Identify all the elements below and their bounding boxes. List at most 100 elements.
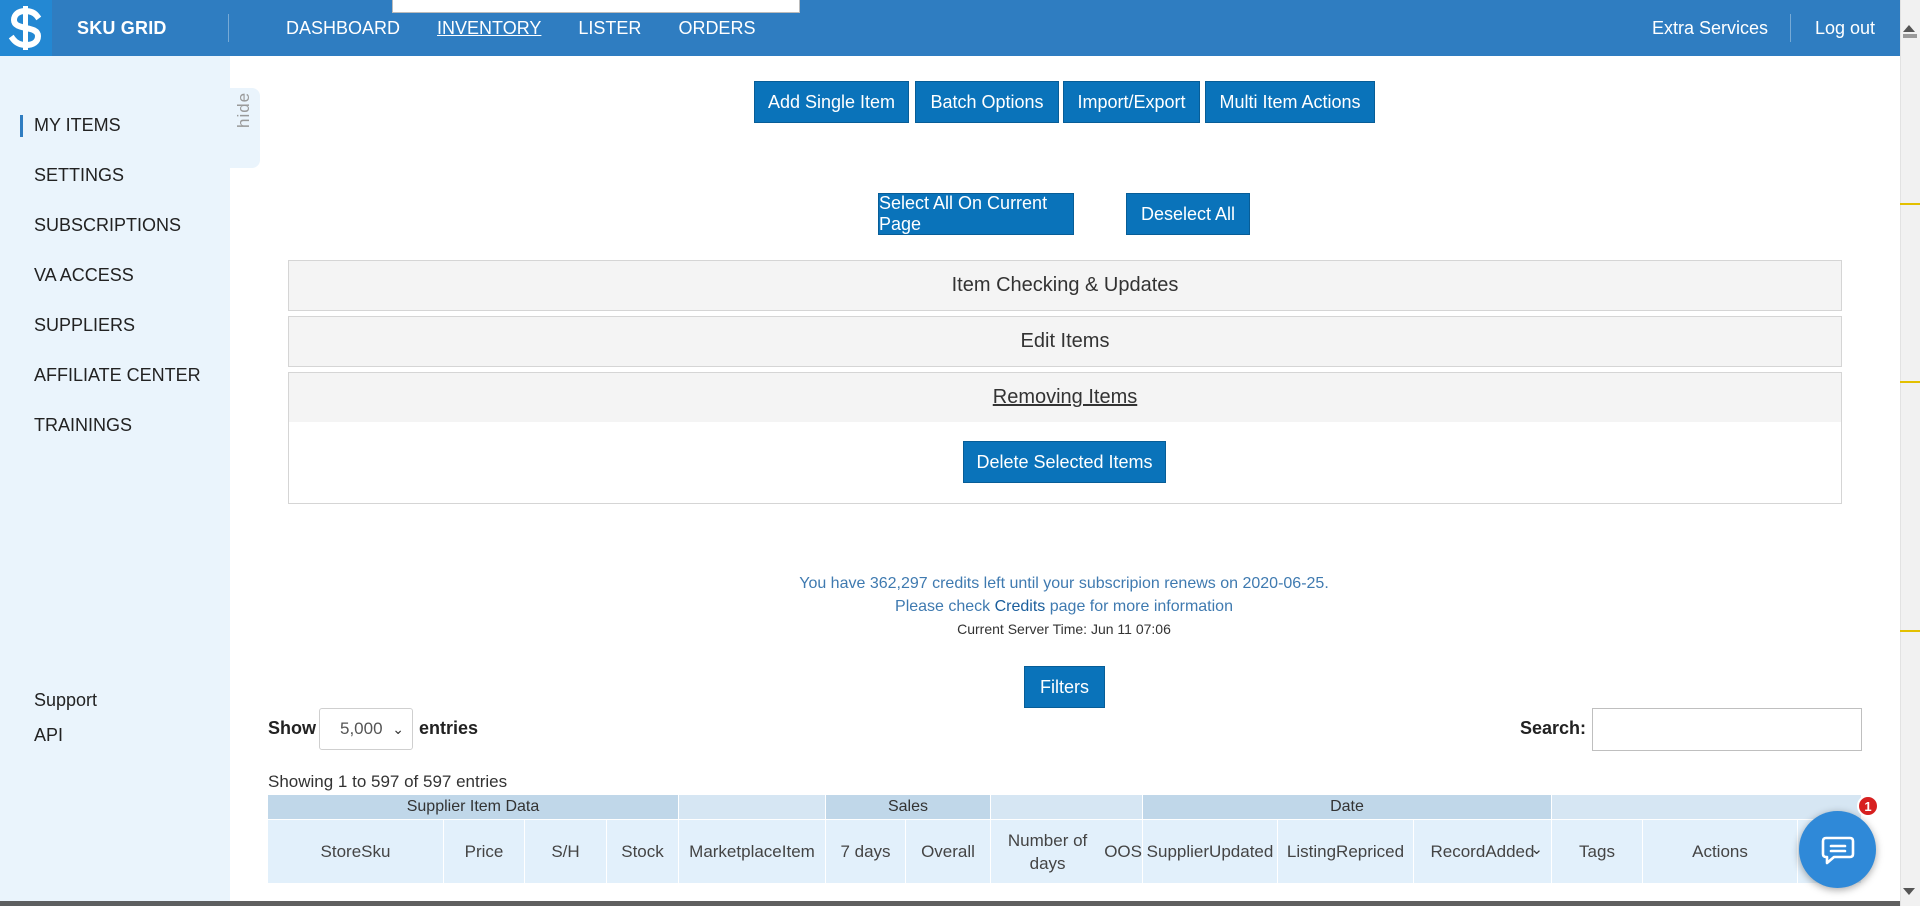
extra-services-link[interactable]: Extra Services bbox=[1652, 18, 1768, 39]
nav-divider bbox=[1790, 14, 1791, 42]
accordion-removing-items[interactable]: Removing Items bbox=[288, 372, 1842, 423]
column-header-line: Stock bbox=[621, 842, 664, 861]
add-single-item-button[interactable]: Add Single Item bbox=[754, 81, 909, 123]
dollar-logo-icon bbox=[8, 6, 42, 50]
scroll-thumb[interactable] bbox=[1903, 34, 1917, 38]
column-header-7-days[interactable]: 7 days bbox=[826, 820, 906, 883]
column-header-line: Marketplace bbox=[689, 842, 782, 861]
column-header-line: Added bbox=[1485, 842, 1535, 861]
scroll-up-arrow-icon[interactable] bbox=[1903, 25, 1915, 32]
entries-value: 5,000 bbox=[340, 719, 383, 738]
showing-entries-text: Showing 1 to 597 of 597 entries bbox=[268, 772, 508, 791]
sidebar-item-my-items[interactable]: MY ITEMS bbox=[34, 115, 121, 136]
deselect-all-button[interactable]: Deselect All bbox=[1126, 193, 1250, 235]
nav-orders[interactable]: ORDERS bbox=[678, 18, 755, 39]
sidebar-item-suppliers[interactable]: SUPPLIERS bbox=[34, 315, 135, 336]
group-header-blank bbox=[679, 795, 826, 819]
sidebar-item-affiliate-center[interactable]: AFFILIATE CENTER bbox=[34, 365, 201, 386]
logo[interactable] bbox=[0, 0, 52, 56]
column-header-line: Repriced bbox=[1336, 842, 1405, 861]
column-header-line: Price bbox=[464, 842, 504, 861]
sidebar-item-subscriptions[interactable]: SUBSCRIPTIONS bbox=[34, 215, 181, 236]
group-header-sales: Sales bbox=[826, 795, 991, 819]
hide-sidebar-tab[interactable]: hide bbox=[230, 88, 260, 168]
dropdown-popover bbox=[392, 0, 800, 13]
credits-check-prefix: Please check bbox=[895, 598, 995, 615]
chat-notification-badge: 1 bbox=[1857, 795, 1879, 817]
scroll-marker bbox=[1900, 203, 1920, 205]
page-scrollbar[interactable] bbox=[1900, 0, 1920, 906]
column-header-line: Store bbox=[320, 842, 362, 861]
group-header-date: Date bbox=[1143, 795, 1552, 819]
nav-lister[interactable]: LISTER bbox=[578, 18, 641, 39]
scroll-down-arrow-icon[interactable] bbox=[1903, 888, 1915, 895]
entries-label: entries bbox=[419, 718, 479, 738]
sidebar: MY ITEMS SETTINGS SUBSCRIPTIONS VA ACCES… bbox=[0, 56, 230, 906]
sidebar-item-settings[interactable]: SETTINGS bbox=[34, 165, 124, 186]
column-header-line: 7 days bbox=[840, 842, 891, 861]
sidebar-item-trainings[interactable]: TRAININGS bbox=[34, 415, 132, 436]
select-all-button[interactable]: Select All On Current Page bbox=[878, 193, 1074, 235]
delete-selected-items-button[interactable]: Delete Selected Items bbox=[963, 441, 1166, 483]
multi-item-actions-button[interactable]: Multi Item Actions bbox=[1205, 81, 1375, 123]
hide-tab-label: hide bbox=[234, 91, 253, 128]
group-header-supplier-item-data: Supplier Item Data bbox=[268, 795, 679, 819]
column-header-line: Record bbox=[1430, 842, 1486, 861]
group-header-blank bbox=[1552, 795, 1862, 819]
chat-bubble-icon bbox=[1821, 836, 1854, 864]
column-header-stock[interactable]: Stock bbox=[607, 820, 679, 883]
support-link[interactable]: Support bbox=[34, 690, 97, 711]
nav-dashboard[interactable]: DASHBOARD bbox=[286, 18, 400, 39]
column-header-tags[interactable]: Tags bbox=[1552, 820, 1643, 883]
api-link[interactable]: API bbox=[34, 725, 63, 746]
column-header-days-oos[interactable]: Number of days OOS bbox=[991, 820, 1143, 883]
logout-link[interactable]: Log out bbox=[1815, 18, 1875, 39]
group-header-blank bbox=[991, 795, 1143, 819]
server-time: Current Server Time: Jun 11 07:06 bbox=[957, 621, 1171, 637]
column-header-line: S/H bbox=[551, 842, 580, 861]
column-header-marketplace-item[interactable]: Marketplace Item bbox=[679, 820, 826, 883]
column-header-listing-repriced[interactable]: Listing Repriced bbox=[1278, 820, 1414, 883]
column-header-price[interactable]: Price bbox=[444, 820, 525, 883]
chat-widget-button[interactable] bbox=[1799, 811, 1876, 888]
sidebar-item-va-access[interactable]: VA ACCESS bbox=[34, 265, 134, 286]
search-input[interactable] bbox=[1592, 708, 1862, 751]
window-bottom-edge bbox=[0, 901, 1900, 906]
nav-inventory[interactable]: INVENTORY bbox=[437, 18, 541, 39]
batch-options-button[interactable]: Batch Options bbox=[915, 81, 1059, 123]
chevron-down-icon: ⌄ bbox=[392, 721, 404, 737]
filters-button[interactable]: Filters bbox=[1024, 666, 1105, 708]
main-nav: DASHBOARD INVENTORY LISTER ORDERS bbox=[286, 18, 755, 39]
column-header-line: Listing bbox=[1286, 842, 1337, 861]
import-export-button[interactable]: Import/Export bbox=[1063, 81, 1200, 123]
credits-check-line: Please check Credits page for more infor… bbox=[0, 598, 1920, 616]
scroll-marker bbox=[1900, 381, 1920, 383]
active-indicator bbox=[20, 115, 23, 137]
credits-page-link[interactable]: Credits bbox=[995, 598, 1046, 615]
column-header-line: Item bbox=[781, 842, 815, 861]
column-header-store-sku[interactable]: Store Sku bbox=[268, 820, 444, 883]
accordion-item-checking[interactable]: Item Checking & Updates bbox=[288, 260, 1842, 311]
column-header-sh[interactable]: S/H bbox=[525, 820, 607, 883]
column-header-line: Tags bbox=[1579, 842, 1615, 861]
column-header-line: Updated bbox=[1209, 842, 1274, 861]
sort-desc-icon[interactable]: ⌄ bbox=[1530, 838, 1543, 861]
accordion-edit-items[interactable]: Edit Items bbox=[288, 316, 1842, 367]
column-header-line: Sku bbox=[361, 842, 391, 861]
column-header-line: Number of days bbox=[1007, 830, 1088, 873]
brand-divider bbox=[228, 14, 229, 42]
column-header-overall[interactable]: Overall bbox=[906, 820, 991, 883]
column-header-actions[interactable]: Actions bbox=[1643, 820, 1798, 883]
top-navbar: SKU GRID DASHBOARD INVENTORY LISTER ORDE… bbox=[0, 0, 1900, 56]
entries-per-page-select[interactable]: 5,000 ⌄ bbox=[319, 708, 413, 750]
column-header-line: OOS bbox=[1104, 842, 1142, 861]
search-label: Search: bbox=[1520, 718, 1587, 738]
column-header-line: Actions bbox=[1692, 842, 1748, 861]
brand-name[interactable]: SKU GRID bbox=[77, 18, 167, 39]
column-header-line: Supplier bbox=[1146, 842, 1210, 861]
credits-info: You have 362,297 credits left until your… bbox=[799, 575, 1329, 592]
column-header-record-added[interactable]: Record Added ⌄ bbox=[1414, 820, 1552, 883]
column-header-line: Overall bbox=[921, 842, 975, 861]
column-header-supplier-updated[interactable]: Supplier Updated bbox=[1143, 820, 1278, 883]
credits-check-suffix: page for more information bbox=[1045, 598, 1233, 615]
